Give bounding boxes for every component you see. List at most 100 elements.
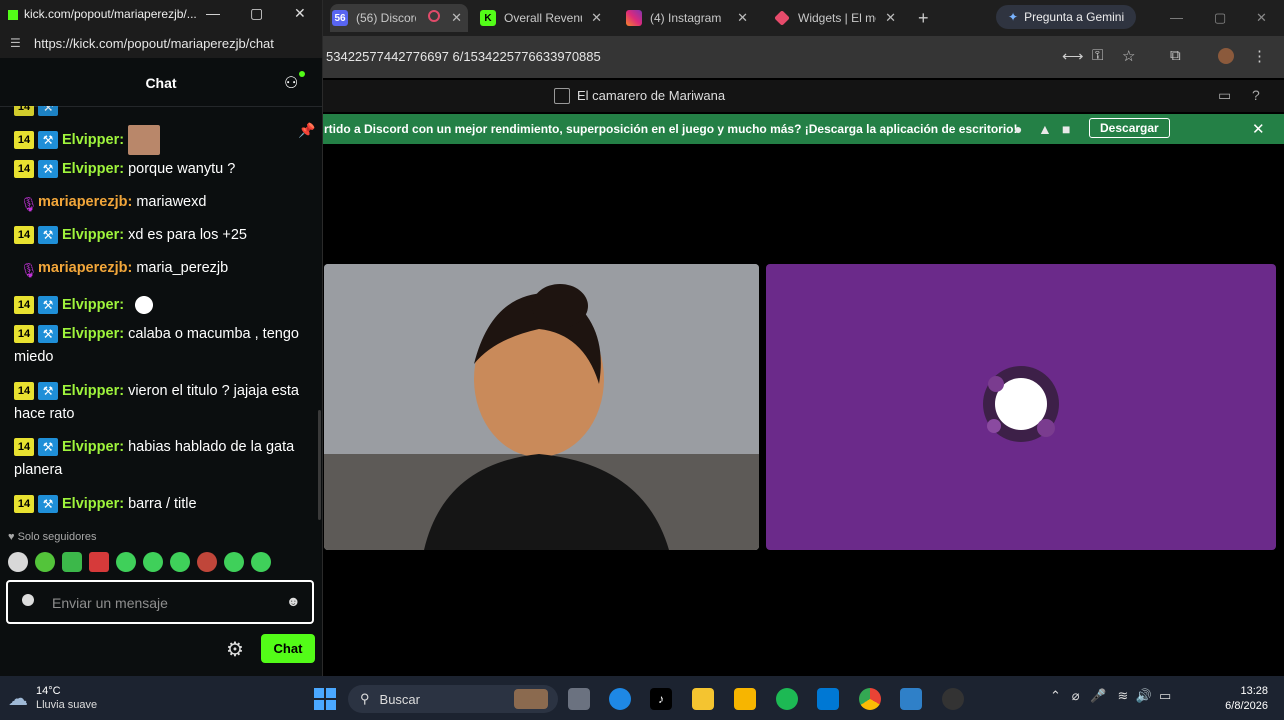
weather-widget[interactable]: ☁ 14°C Lluvia suave [8, 684, 97, 712]
chevron-up-icon[interactable]: ⌃ [1050, 688, 1061, 703]
taskbar-search[interactable]: ⚲ Buscar [348, 685, 558, 713]
chat-username[interactable]: mariaperezjb [38, 260, 127, 276]
close-tab-icon[interactable]: ✕ [885, 10, 896, 26]
subscriber-badge: 14 [14, 296, 34, 314]
subscriber-badge: 14 [14, 226, 34, 245]
close-tab-icon[interactable]: ✕ [591, 10, 602, 26]
notes-icon[interactable] [734, 688, 756, 710]
broadcaster-mic-icon: 🎙 [20, 262, 38, 279]
profile-avatar[interactable] [1218, 48, 1234, 64]
edge-icon[interactable] [609, 688, 631, 710]
chat-username[interactable]: Elvipper [62, 227, 119, 243]
chat-scrollbar[interactable] [318, 410, 321, 520]
chat-username[interactable]: Elvipper [62, 132, 119, 148]
translate-icon[interactable]: ⟷ [1062, 47, 1084, 65]
chat-username[interactable]: Elvipper [62, 383, 119, 399]
chat-username[interactable]: Elvipper [62, 326, 119, 342]
photos-icon[interactable] [900, 688, 922, 710]
chrome-icon[interactable] [859, 688, 881, 710]
volume-icon[interactable]: 🔊 [1136, 688, 1152, 703]
users-icon[interactable]: ⚇ [284, 73, 298, 93]
subscriber-badge: 14 [14, 131, 34, 149]
webcam-video-tile[interactable] [324, 264, 759, 550]
close-window-icon[interactable]: ✕ [1256, 10, 1267, 26]
emote-button[interactable] [197, 552, 217, 572]
pin-icon[interactable]: 📌 [298, 122, 315, 139]
microphone-icon[interactable]: 🎤 [1090, 688, 1106, 703]
moderator-badge: ⚒ [38, 160, 58, 179]
inbox-icon[interactable]: ▭ [1218, 87, 1231, 104]
gear-icon[interactable]: ⚙ [226, 637, 244, 662]
password-key-icon[interactable]: ⚿ [1092, 47, 1103, 64]
new-tab-button[interactable]: + [918, 8, 929, 29]
emote-button[interactable] [143, 552, 163, 572]
send-chat-button[interactable]: Chat [261, 634, 315, 663]
tab-widgets[interactable]: Widgets | El me ✕ [774, 4, 896, 32]
maximize-icon[interactable]: ▢ [250, 5, 263, 22]
message-input-box[interactable]: ☻ [6, 580, 314, 624]
start-button[interactable] [314, 688, 336, 710]
file-explorer-icon[interactable] [692, 688, 714, 710]
spotify-icon[interactable] [776, 688, 798, 710]
chat-username[interactable]: Elvipper [62, 496, 119, 512]
cloud-rain-icon: ☁ [8, 687, 28, 710]
emote-button[interactable] [224, 552, 244, 572]
wifi-icon[interactable]: ≋ [1117, 688, 1128, 703]
instagram-icon [626, 10, 642, 26]
banner-text: rtido a Discord con un mejor rendimiento… [324, 122, 1018, 136]
tab-title: Widgets | El me [798, 11, 876, 25]
emote-button[interactable] [170, 552, 190, 572]
emote-button[interactable] [62, 552, 82, 572]
emote-image [128, 290, 161, 320]
chat-message: 14 ⚒ Elvipper: vieron el titulo ? jajaja e… [14, 382, 299, 422]
emote-button[interactable] [116, 552, 136, 572]
avatar-video-tile[interactable] [766, 264, 1276, 550]
webcam-image [324, 264, 759, 550]
emote-button[interactable] [35, 552, 55, 572]
discord-channel-header: El camarero de Mariwana ▭ ? [322, 80, 1284, 112]
menu-dots-icon[interactable]: ⋮ [1252, 47, 1267, 65]
chat-username[interactable]: Elvipper [62, 161, 119, 177]
chat-message: 🎙mariaperezjb: mariawexd [20, 194, 207, 213]
chat-username[interactable]: Elvipper [62, 439, 119, 455]
tiktok-icon[interactable]: ♪ [650, 688, 672, 710]
download-button[interactable]: Descargar [1089, 118, 1170, 138]
close-banner-icon[interactable]: ✕ [1252, 120, 1265, 138]
store-icon[interactable] [817, 688, 839, 710]
close-window-icon[interactable]: ✕ [294, 5, 306, 22]
network-off-icon[interactable]: ⌀ [1072, 688, 1080, 703]
minimize-icon[interactable]: — [206, 5, 220, 21]
emote-button[interactable] [8, 552, 28, 572]
close-tab-icon[interactable]: ✕ [737, 10, 748, 26]
search-highlight-image [514, 689, 548, 709]
gemini-button[interactable]: ✦ Pregunta a Gemini [996, 5, 1137, 29]
emote-button[interactable] [251, 552, 271, 572]
tab-kick[interactable]: K Overall Revenue ✕ [480, 4, 602, 32]
tab-instagram[interactable]: (4) Instagram ✕ [626, 4, 748, 32]
help-icon[interactable]: ? [1252, 87, 1260, 103]
tab-discord[interactable]: 56 (56) Discord ✕ [330, 4, 468, 32]
emoji-icon[interactable]: ☻ [286, 593, 301, 609]
minimize-icon[interactable]: — [1170, 10, 1183, 25]
emote-button[interactable] [89, 552, 109, 572]
task-view-icon[interactable] [568, 688, 590, 710]
android-icon: ▲ [1038, 121, 1052, 137]
chat-message: 14 ⚒ Elvipper: [14, 125, 304, 155]
site-settings-icon[interactable]: ☰ [10, 36, 21, 50]
chat-username[interactable]: mariaperezjb [38, 194, 127, 210]
address-url[interactable]: 53422577442776697 6/1534225776633970885 [326, 49, 601, 64]
message-input[interactable] [50, 592, 274, 614]
chat-username[interactable]: Elvipper [62, 297, 119, 313]
maximize-icon[interactable]: ▢ [1214, 10, 1226, 26]
windows-icon: ■ [1062, 121, 1071, 137]
chat-message: 14 ⚒ Elvipper: porque wanytu ? [14, 158, 304, 181]
battery-icon[interactable]: ▭ [1159, 688, 1171, 703]
obs-icon[interactable] [942, 688, 964, 710]
address-bar[interactable]: 53422577442776697 6/1534225776633970885 … [322, 36, 1284, 78]
close-tab-icon[interactable]: ✕ [451, 10, 462, 26]
recording-icon [428, 10, 440, 22]
extensions-icon[interactable]: ⧉ [1170, 47, 1181, 64]
system-clock[interactable]: 13:28 6/8/2026 [1214, 684, 1268, 714]
bookmark-star-icon[interactable]: ☆ [1122, 47, 1135, 65]
emote-picker-icon[interactable] [22, 594, 34, 606]
